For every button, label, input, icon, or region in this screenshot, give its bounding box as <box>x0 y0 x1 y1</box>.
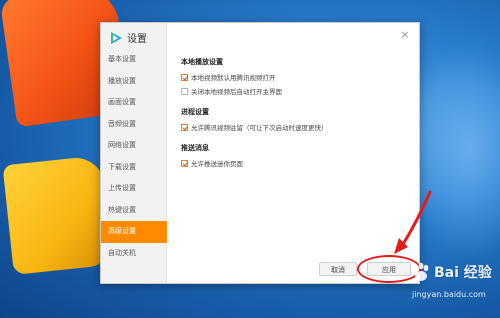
dialog-header: 设置 <box>109 29 147 45</box>
watermark-brand: Bai 经验 <box>434 265 492 281</box>
section-title: 推送消息 <box>181 144 209 152</box>
windows-logo-yellow-pane <box>2 155 114 275</box>
sidebar-item[interactable]: 上传设置 <box>101 178 167 200</box>
settings-content: 本地播放设置本地视频默认用腾讯视频打开 关闭本地视频后自动打开主界面进程设置允许腾… <box>181 57 411 179</box>
settings-sidebar: 设置 基本设置 播放设置 画面设置 音频设置 网络设置 下载设置 上传设置 热键设置 高级设置自… <box>101 23 167 283</box>
settings-section: 本地播放设置本地视频默认用腾讯视频打开 关闭本地视频后自动打开主界面 <box>181 57 411 97</box>
option-row[interactable]: 关闭本地视频后自动打开主界面 <box>181 85 411 97</box>
sidebar-item[interactable]: 音频设置 <box>101 114 167 136</box>
option-label: 本地视频默认用腾讯视频打开 <box>191 74 276 82</box>
checkbox[interactable] <box>181 87 188 95</box>
section-title: 本地播放设置 <box>181 58 223 66</box>
settings-dialog: 设置 基本设置 播放设置 画面设置 音频设置 网络设置 下载设置 上传设置 热键设置 高级设置自… <box>100 22 421 284</box>
close-icon[interactable]: × <box>399 29 411 41</box>
option-row[interactable]: 允许腾讯视频驻留（可让下次启动时速度更快） <box>181 121 411 133</box>
checkbox[interactable] <box>181 73 188 81</box>
sidebar-item[interactable]: 高级设置 <box>101 221 167 243</box>
baidu-paw-icon <box>413 262 429 281</box>
baidu-jingyan-watermark: Bai 经验 jingyan.baidu.com <box>408 258 498 316</box>
sidebar-item[interactable]: 下载设置 <box>101 157 167 179</box>
sidebar-nav: 基本设置 播放设置 画面设置 音频设置 网络设置 下载设置 上传设置 热键设置 高级设置 自动关机 <box>101 49 167 264</box>
option-row[interactable]: 允许推送迷你页面 <box>181 157 411 169</box>
sidebar-item[interactable]: 自动关机 <box>101 243 167 265</box>
option-label: 关闭本地视频后自动打开主界面 <box>191 88 282 96</box>
watermark-url: jingyan.baidu.com <box>412 290 486 299</box>
sidebar-item[interactable]: 基本设置 <box>101 49 167 71</box>
option-label: 允许推送迷你页面 <box>191 160 243 168</box>
checkbox[interactable] <box>181 159 188 167</box>
sidebar-item[interactable]: 热键设置 <box>101 200 167 222</box>
section-title: 进程设置 <box>181 108 209 116</box>
sidebar-item[interactable]: 画面设置 <box>101 92 167 114</box>
option-row[interactable]: 本地视频默认用腾讯视频打开 <box>181 71 411 83</box>
sidebar-item[interactable]: 网络设置 <box>101 135 167 157</box>
dialog-title: 设置 <box>127 33 147 45</box>
settings-section: 进程设置允许腾讯视频驻留（可让下次启动时速度更快） <box>181 107 411 133</box>
cancel-button[interactable]: 取消 <box>319 262 357 276</box>
sidebar-item[interactable]: 播放设置 <box>101 71 167 93</box>
tencent-video-logo-icon <box>109 30 123 44</box>
option-label: 允许腾讯视频驻留（可让下次启动时速度更快） <box>191 124 328 132</box>
settings-section: 推送消息允许推送迷你页面 <box>181 143 411 169</box>
checkbox[interactable] <box>181 123 188 131</box>
